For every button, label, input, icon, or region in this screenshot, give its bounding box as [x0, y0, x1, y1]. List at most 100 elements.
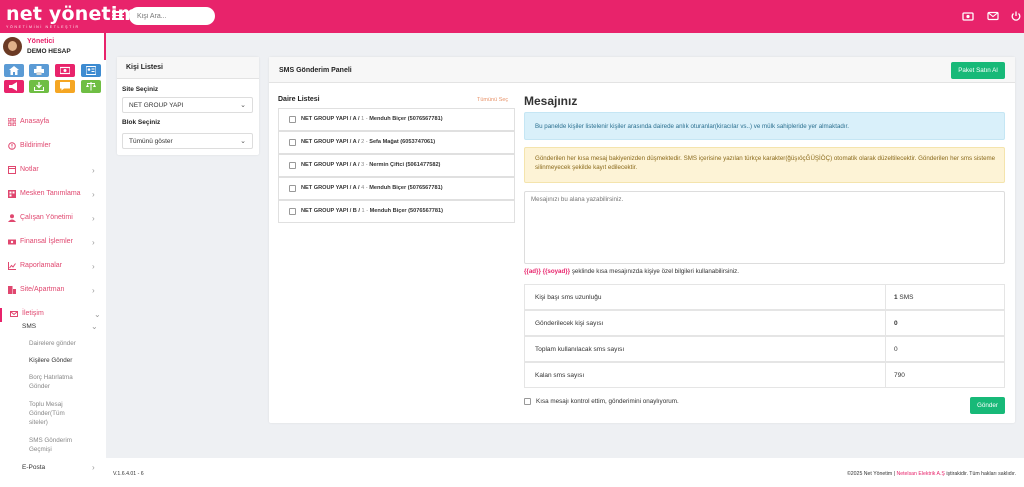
daire-checkbox[interactable] — [289, 208, 296, 215]
daire-row[interactable]: NET GROUP YAPI / A / 3 - Nermin Çiftci (… — [278, 154, 515, 177]
balance-tile[interactable] — [81, 80, 101, 93]
money-icon — [8, 239, 16, 245]
envelope-icon — [10, 311, 18, 317]
nav-bildirimler[interactable]: Bildirimler — [0, 140, 106, 154]
building-icon — [8, 190, 16, 198]
chevron-right-icon: › — [92, 286, 95, 295]
nav-label: Mesken Tanımlama — [20, 190, 81, 197]
info-alert-text: Bu panelde kişiler listelenir kişiler ar… — [535, 123, 849, 130]
daire-checkbox[interactable] — [289, 185, 296, 192]
nav-calisan[interactable]: Çalışan Yönetimi › — [0, 212, 106, 226]
nav-mesken[interactable]: Mesken Tanımlama › — [0, 188, 106, 202]
daire-row[interactable]: NET GROUP YAPI / A / 1 - Menduh Biçer (5… — [278, 108, 515, 131]
announce-tile[interactable] — [4, 80, 24, 93]
daire-text: NET GROUP YAPI / A / 1 - Menduh Biçer (5… — [301, 116, 443, 122]
stats-value-text: 790 — [894, 372, 905, 379]
daire-row[interactable]: NET GROUP YAPI / A / 2 - Sefa Mağat (605… — [278, 131, 515, 154]
cash-icon — [60, 66, 70, 75]
grid-icon — [8, 118, 16, 126]
daire-resident: Menduh Biçer (5076567781) — [369, 185, 443, 191]
nav-label: İletişim — [22, 310, 44, 317]
chat-tile[interactable] — [55, 80, 75, 93]
confirm-label: Kısa mesajı kontrol ettim, gönderimini o… — [536, 398, 679, 405]
message-textarea[interactable] — [524, 191, 1005, 264]
nav-label: Anasayfa — [20, 118, 50, 125]
nav-eposta[interactable]: E-Posta — [22, 464, 45, 471]
mail-icon[interactable] — [987, 10, 999, 22]
kisi-listesi-card: Kişi Listesi Site Seçiniz NET GROUP YAPI… — [117, 57, 259, 155]
nav-raporlamalar[interactable]: Raporlamalar › — [0, 260, 106, 274]
money-icon[interactable] — [962, 10, 974, 22]
contacts-tile[interactable] — [81, 64, 101, 77]
nav-borc-hatirlatma[interactable]: Borç Hatırlatma Gönder — [29, 373, 79, 391]
daire-checkbox[interactable] — [289, 116, 296, 123]
download-icon — [34, 82, 44, 91]
buy-package-button[interactable]: Paket Satın Al — [951, 62, 1005, 79]
nav-dairelere-gonder[interactable]: Dairelere gönder — [29, 339, 89, 348]
stats-value: 1 SMS — [894, 294, 914, 301]
power-icon[interactable] — [1010, 10, 1022, 22]
daire-location: NET GROUP YAPI / A / — [301, 139, 362, 145]
stats-label: Gönderilecek kişi sayısı — [535, 320, 604, 327]
nav-sms-gecmisi[interactable]: SMS Gönderim Geçmişi — [29, 436, 83, 454]
home-tile[interactable] — [4, 64, 24, 77]
hint-text: şeklinde kısa mesajınızda kişiye özel bi… — [570, 268, 739, 275]
stats-value-text: SMS — [897, 294, 914, 301]
menu-toggle-icon[interactable] — [112, 9, 124, 23]
nav-site[interactable]: Site/Apartman › — [0, 284, 106, 298]
chevron-right-icon: › — [92, 463, 95, 472]
site-select-value: NET GROUP YAPI — [129, 102, 184, 109]
blok-label: Blok Seçiniz — [122, 119, 161, 126]
contacts-icon — [86, 66, 96, 75]
info-alert: Bu panelde kişiler listelenir kişiler ar… — [524, 112, 1005, 140]
nav-finansal[interactable]: Finansal İşlemler › — [0, 236, 106, 250]
download-tile[interactable] — [29, 80, 49, 93]
personalization-hint: {{ad}} {{soyad}} şeklinde kısa mesajınız… — [524, 268, 739, 275]
print-tile[interactable] — [29, 64, 49, 77]
avatar[interactable] — [3, 37, 22, 56]
nav-anasayfa[interactable]: Anasayfa — [0, 116, 106, 130]
stats-label: Toplam kullanılacak sms sayısı — [535, 346, 625, 353]
chevron-down-icon: ⌄ — [91, 322, 98, 331]
daire-location: NET GROUP YAPI / A / — [301, 162, 362, 168]
nav-kisilere-gonder[interactable]: Kişilere Gönder — [29, 356, 89, 365]
daire-resident: Menduh Biçer (5076567781) — [369, 116, 443, 122]
home-icon — [9, 66, 19, 75]
footer: V.1.6.4.01 - 6 ©2025 Net Yönetim | Netel… — [106, 458, 1024, 487]
divider — [885, 285, 886, 309]
nav-label: Finansal İşlemler — [20, 238, 73, 245]
nav-iletisim[interactable]: İletişim ⌄ — [0, 308, 106, 322]
nav-sms[interactable]: SMS — [22, 323, 36, 330]
daire-checkbox[interactable] — [289, 162, 296, 169]
card-title: Kişi Listesi — [126, 64, 163, 71]
nav-label: Bildirimler — [20, 142, 51, 149]
stats-value: 790 — [894, 372, 905, 379]
daire-text: NET GROUP YAPI / B / 1 - Menduh Biçer (5… — [301, 208, 443, 214]
money-tile[interactable] — [55, 64, 75, 77]
nav-toplu-mesaj[interactable]: Toplu Mesaj Gönder(Tüm siteler) — [29, 400, 81, 427]
daire-row[interactable]: NET GROUP YAPI / A / 4 - Menduh Biçer (5… — [278, 177, 515, 200]
daire-row[interactable]: NET GROUP YAPI / B / 1 - Menduh Biçer (5… — [278, 200, 515, 223]
daire-text: NET GROUP YAPI / A / 4 - Menduh Biçer (5… — [301, 185, 443, 191]
daire-text: NET GROUP YAPI / A / 3 - Nermin Çiftci (… — [301, 162, 440, 168]
stats-row: Kalan sms sayısı 790 — [524, 362, 1005, 388]
stats-row: Kişi başı sms uzunluğu 1 SMS — [524, 284, 1005, 310]
company-link[interactable]: Netelsan Elektrik A.Ş — [896, 471, 944, 477]
version-text: V.1.6.4.01 - 6 — [113, 471, 144, 477]
select-all-link[interactable]: Tümünü Seç — [477, 97, 508, 103]
confirm-checkbox[interactable] — [524, 398, 531, 405]
daire-checkbox[interactable] — [289, 139, 296, 146]
daire-location: NET GROUP YAPI / A / — [301, 116, 362, 122]
hint-tags: {{ad}} {{soyad}} — [524, 268, 571, 275]
blok-select-value: Tümünü göster — [129, 138, 173, 145]
card-title: SMS Gönderim Paneli — [279, 67, 352, 74]
user-panel: Yönetici DEMO HESAP — [0, 33, 106, 60]
site-select[interactable]: NET GROUP YAPI ⌄ — [122, 97, 253, 113]
blok-select[interactable]: Tümünü göster ⌄ — [122, 133, 253, 149]
nav-notlar[interactable]: Notlar › — [0, 164, 106, 178]
send-button[interactable]: Gönder — [970, 397, 1005, 414]
note-icon — [8, 166, 16, 174]
scale-icon — [86, 82, 96, 91]
divider — [885, 311, 886, 335]
search-input[interactable] — [129, 7, 215, 25]
